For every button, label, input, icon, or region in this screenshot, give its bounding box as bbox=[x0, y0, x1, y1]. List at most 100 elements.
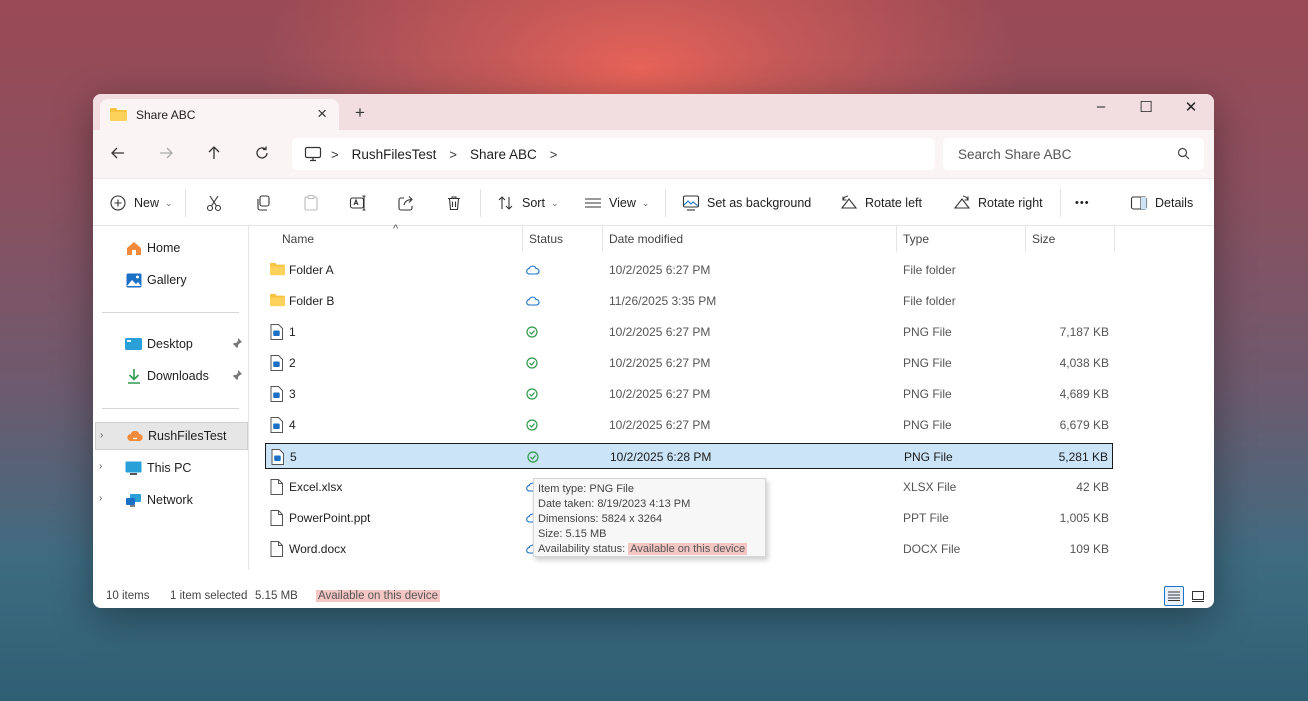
rotate-left-button[interactable]: Rotate left bbox=[840, 179, 922, 227]
file-name: 3 bbox=[289, 387, 296, 401]
details-pane-button[interactable]: Details bbox=[1130, 179, 1193, 227]
sidebar-item-label: Home bbox=[147, 241, 181, 255]
breadcrumb-rushfilestest[interactable]: RushFilesTest bbox=[352, 147, 437, 162]
column-divider[interactable] bbox=[602, 226, 603, 252]
column-divider[interactable] bbox=[522, 226, 523, 252]
sidebar-item-label: Network bbox=[147, 493, 193, 507]
chevron-down-icon: ⌄ bbox=[641, 197, 650, 208]
file-name-cell: Folder A bbox=[270, 257, 334, 283]
file-size: 42 KB bbox=[1076, 480, 1109, 494]
selection-count: 1 item selected bbox=[170, 590, 248, 602]
file-date: 10/2/2025 6:27 PM bbox=[609, 387, 711, 401]
close-window-button[interactable]: ✕ bbox=[1176, 98, 1206, 116]
file-type: PNG File bbox=[903, 356, 952, 370]
tab-share-abc[interactable]: Share ABC × bbox=[100, 99, 339, 130]
column-header-name[interactable]: Name bbox=[282, 226, 314, 252]
breadcrumb-share-abc[interactable]: Share ABC bbox=[470, 147, 537, 162]
file-row[interactable]: Folder B 11/26/2025 3:35 PM File folder bbox=[265, 288, 1113, 314]
file-status-cell bbox=[526, 319, 542, 345]
list-view-icon bbox=[585, 198, 601, 208]
column-divider[interactable] bbox=[1114, 226, 1115, 252]
column-header-size[interactable]: Size bbox=[1032, 226, 1055, 252]
column-divider[interactable] bbox=[1025, 226, 1026, 252]
rename-icon bbox=[349, 195, 366, 211]
refresh-button[interactable] bbox=[249, 140, 275, 166]
chevron-right-icon[interactable]: › bbox=[99, 461, 102, 472]
rotate-right-button[interactable]: Rotate right bbox=[953, 179, 1043, 227]
sort-button[interactable]: Sort ⌄ bbox=[497, 179, 558, 227]
scissors-icon bbox=[206, 195, 222, 212]
file-type: File folder bbox=[903, 294, 956, 308]
more-options-button[interactable]: ••• bbox=[1075, 179, 1090, 227]
view-button[interactable]: View ⌄ bbox=[584, 179, 649, 227]
sidebar-item-desktop[interactable]: Desktop bbox=[101, 330, 248, 358]
pin-icon[interactable] bbox=[231, 337, 243, 349]
file-row[interactable]: 2 10/2/2025 6:27 PM PNG File 4,038 KB bbox=[265, 350, 1113, 376]
close-tab-icon[interactable]: × bbox=[317, 104, 327, 124]
delete-button[interactable] bbox=[445, 179, 463, 227]
breadcrumb-expand-chevron[interactable]: > bbox=[550, 147, 558, 162]
command-bar: New ⌄ Sort ⌄ View ⌄ Set as background Ro… bbox=[93, 178, 1214, 226]
tab-title: Share ABC bbox=[136, 107, 196, 122]
available-status-icon bbox=[526, 388, 538, 400]
toolbar-divider bbox=[480, 189, 481, 217]
file-type: File folder bbox=[903, 263, 956, 277]
paste-button[interactable] bbox=[302, 179, 320, 227]
file-row[interactable]: 1 10/2/2025 6:27 PM PNG File 7,187 KB bbox=[265, 319, 1113, 345]
column-header-status[interactable]: Status bbox=[529, 226, 563, 252]
chevron-right-icon[interactable]: › bbox=[100, 430, 103, 441]
sidebar-item-this-pc[interactable]: › This PC bbox=[95, 454, 248, 482]
file-type: XLSX File bbox=[903, 480, 957, 494]
file-row[interactable]: 4 10/2/2025 6:27 PM PNG File 6,679 KB bbox=[265, 412, 1113, 438]
sidebar-item-home[interactable]: Home bbox=[101, 234, 248, 262]
new-button[interactable]: New ⌄ bbox=[109, 179, 173, 227]
minimize-button[interactable]: – bbox=[1086, 98, 1116, 115]
column-header-date-modified[interactable]: Date modified bbox=[609, 226, 683, 252]
file-size: 4,038 KB bbox=[1059, 356, 1109, 370]
selection-size: 5.15 MB bbox=[255, 590, 298, 602]
file-type: PNG File bbox=[904, 450, 953, 464]
details-view-icon bbox=[1168, 591, 1180, 601]
cut-button[interactable] bbox=[205, 179, 223, 227]
up-button[interactable] bbox=[201, 140, 227, 166]
sidebar-item-label: This PC bbox=[147, 461, 192, 475]
file-row[interactable]: 5 10/2/2025 6:28 PM PNG File 5,281 KB bbox=[265, 443, 1113, 469]
column-header-type[interactable]: Type bbox=[903, 226, 929, 252]
set-as-background-button[interactable]: Set as background bbox=[682, 179, 811, 227]
pin-icon[interactable] bbox=[231, 369, 243, 381]
copy-button[interactable] bbox=[254, 179, 272, 227]
file-name-cell: 2 bbox=[270, 350, 296, 376]
desktop-background-icon bbox=[682, 195, 700, 211]
sidebar-item-gallery[interactable]: Gallery bbox=[101, 266, 248, 294]
sidebar-item-rushfilestest[interactable]: › RushFilesTest bbox=[95, 422, 248, 450]
maximize-button[interactable]: ☐ bbox=[1131, 98, 1161, 116]
rotate-right-icon bbox=[953, 195, 971, 209]
details-view-button[interactable] bbox=[1164, 586, 1184, 606]
navigation-bar: > RushFilesTest > Share ABC > Search Sha… bbox=[93, 130, 1214, 178]
rename-button[interactable] bbox=[349, 179, 367, 227]
share-button[interactable] bbox=[397, 179, 415, 227]
forward-button[interactable] bbox=[153, 140, 179, 166]
tooltip-date-taken: Date taken: 8/19/2023 4:13 PM bbox=[538, 498, 691, 510]
sidebar-item-downloads[interactable]: Downloads bbox=[101, 362, 248, 390]
back-button[interactable] bbox=[105, 140, 131, 166]
computer-icon bbox=[125, 460, 142, 476]
new-tab-button[interactable]: + bbox=[355, 103, 365, 123]
file-date: 10/2/2025 6:28 PM bbox=[610, 450, 712, 464]
column-divider[interactable] bbox=[896, 226, 897, 252]
file-date: 10/2/2025 6:27 PM bbox=[609, 263, 711, 277]
file-row[interactable]: 3 10/2/2025 6:27 PM PNG File 4,689 KB bbox=[265, 381, 1113, 407]
tiles-view-icon bbox=[1192, 590, 1204, 602]
arrow-left-icon bbox=[111, 147, 124, 159]
search-input[interactable]: Search Share ABC bbox=[943, 138, 1204, 170]
tiles-view-button[interactable] bbox=[1188, 586, 1208, 606]
file-row[interactable]: Folder A 10/2/2025 6:27 PM File folder bbox=[265, 257, 1113, 283]
availability-status: Available on this device bbox=[316, 590, 440, 602]
refresh-icon bbox=[256, 146, 268, 159]
chevron-right-icon[interactable]: › bbox=[99, 493, 102, 504]
address-bar[interactable]: > RushFilesTest > Share ABC > bbox=[292, 138, 935, 170]
sidebar-item-network[interactable]: › Network bbox=[95, 486, 248, 514]
cloud-drive-icon bbox=[126, 428, 143, 444]
file-info-tooltip: Item type: PNG File Date taken: 8/19/202… bbox=[533, 478, 766, 557]
search-icon bbox=[1177, 147, 1190, 160]
